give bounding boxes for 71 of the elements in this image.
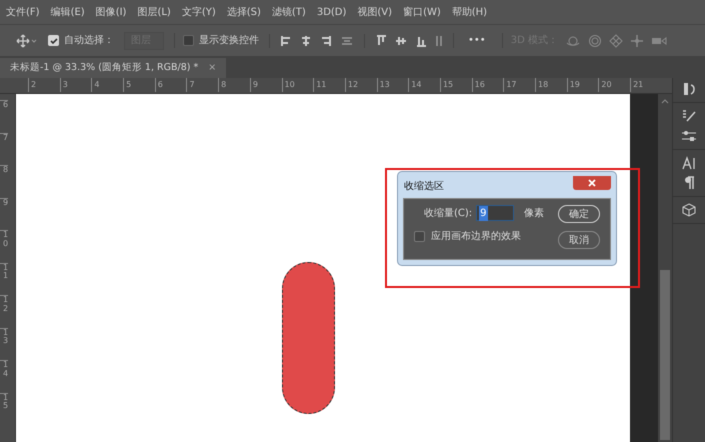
ruler-label: 14: [408, 78, 440, 92]
menu-item[interactable]: 帮助(H): [452, 4, 488, 20]
cube-icon[interactable]: [681, 203, 697, 217]
menu-item[interactable]: 3D(D): [316, 4, 346, 20]
menu-item[interactable]: 选择(S): [226, 4, 261, 20]
menu-item[interactable]: 图像(I): [96, 4, 126, 20]
history-icon[interactable]: [681, 82, 697, 96]
menu-item[interactable]: 图层(L): [137, 4, 171, 20]
menu-item[interactable]: 文件(F): [6, 4, 40, 20]
unit-label: 像素: [524, 206, 544, 220]
ruler-label: 18: [535, 78, 567, 92]
ruler-label: 6: [154, 78, 186, 92]
checkbox-label: 应用画布边界的效果: [431, 230, 521, 244]
tab-close-button[interactable]: ×: [208, 60, 216, 76]
ruler-label: 9: [250, 78, 282, 92]
align-center-icon[interactable]: [300, 34, 312, 48]
scroll-up-icon[interactable]: [661, 99, 669, 104]
ruler-label: 12: [0, 295, 8, 328]
ruler-label: 9: [0, 198, 8, 230]
ruler-label: 21: [630, 78, 662, 92]
align-top-icon[interactable]: [375, 34, 387, 48]
ruler-label: 7: [186, 78, 218, 92]
field-label: 收缩量(C):: [424, 206, 472, 220]
ruler-label: 2: [28, 78, 60, 92]
ruler-label: 11: [313, 78, 345, 92]
close-button[interactable]: [573, 176, 611, 190]
menu-item[interactable]: 编辑(E): [50, 4, 85, 20]
align-left-icon[interactable]: [280, 34, 292, 48]
dialog-button[interactable]: 确定: [558, 205, 600, 223]
ruler-label: 13: [376, 78, 408, 92]
dialog-button[interactable]: 取消: [558, 231, 600, 249]
show-transform-label: 显示变换控件: [199, 34, 259, 48]
menu-item[interactable]: 文字(Y): [182, 4, 216, 20]
brush-settings-icon[interactable]: [681, 129, 697, 143]
ruler-label: 20: [598, 78, 630, 92]
align-right-icon[interactable]: [320, 34, 332, 48]
move-icon[interactable]: [16, 34, 38, 48]
more-button[interactable]: •••: [453, 33, 492, 48]
ruler-label: 5: [123, 78, 155, 92]
ruler-label: 10: [282, 78, 314, 92]
checkbox[interactable]: [414, 231, 425, 242]
ruler-label: 14: [0, 360, 8, 392]
ruler-label: 13: [0, 328, 8, 360]
document-tab[interactable]: 未标题-1 @ 33.3% (圆角矩形 1, RGB/8) * ×: [0, 58, 226, 78]
scrollbar-thumb[interactable]: [660, 270, 670, 440]
ruler-label: 7: [0, 132, 8, 165]
ruler-label: 4: [91, 78, 124, 92]
ruler-label: 8: [0, 165, 8, 198]
auto-select-label: 自动选择：: [64, 34, 114, 48]
ruler-label: 6: [0, 100, 8, 132]
dialog-title: 收缩选区: [403, 180, 444, 194]
ruler-label: 16: [472, 78, 504, 92]
ruler-label: 19: [566, 78, 598, 92]
character-icon[interactable]: [681, 156, 697, 170]
menu-item[interactable]: 窗口(W): [403, 4, 441, 20]
ruler-label: 15: [440, 78, 472, 92]
close-icon: [588, 179, 596, 187]
ruler-label: 8: [218, 78, 250, 92]
ruler-label: 12: [344, 78, 377, 92]
ruler-label: 10: [0, 230, 8, 262]
ruler-label: 15: [0, 392, 8, 425]
menu-item[interactable]: 滤镜(T): [272, 4, 306, 20]
document-title: 未标题-1 @ 33.3% (圆角矩形 1, RGB/8) *: [10, 60, 198, 75]
ruler-label: 17: [503, 78, 535, 92]
input-field[interactable]: 9: [476, 205, 514, 221]
checkbox[interactable]: [183, 35, 194, 46]
menu-item[interactable]: 视图(V): [357, 4, 392, 20]
ruler-label: 3: [60, 78, 92, 92]
distribute-icon[interactable]: [435, 34, 443, 48]
brush-icon[interactable]: [681, 109, 697, 123]
ruler-label: 11: [0, 262, 8, 295]
